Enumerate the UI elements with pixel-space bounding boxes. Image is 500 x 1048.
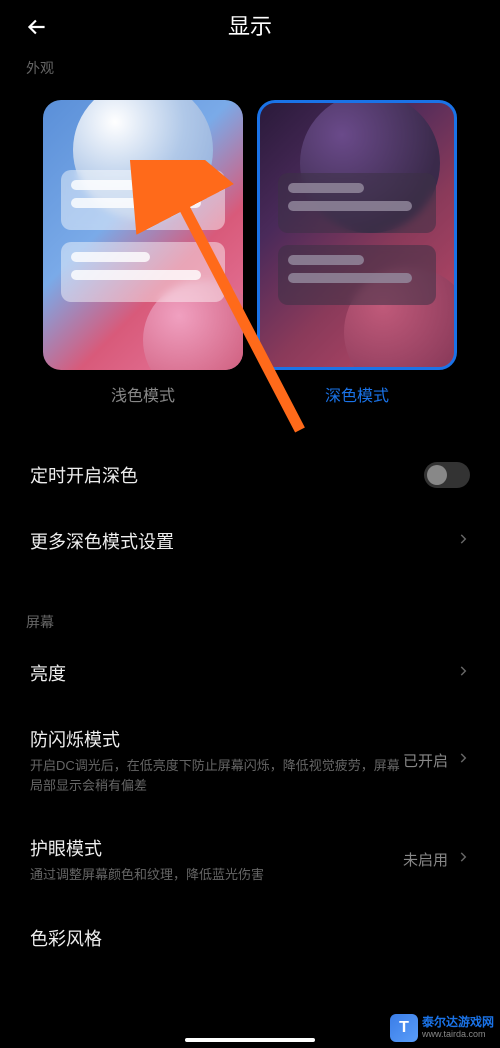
anti-flicker-title: 防闪烁模式 (30, 726, 403, 752)
brightness-title: 亮度 (30, 660, 456, 686)
light-mode-label: 浅色模式 (111, 382, 175, 406)
scheduled-dark-title: 定时开启深色 (30, 462, 424, 488)
color-style-row[interactable]: 色彩风格 (0, 905, 500, 971)
scheduled-dark-toggle[interactable] (424, 462, 470, 488)
home-indicator[interactable] (185, 1038, 315, 1042)
back-arrow-icon (24, 14, 50, 40)
page-title: 显示 (228, 9, 272, 41)
brightness-row[interactable]: 亮度 (0, 640, 500, 706)
anti-flicker-subtitle: 开启DC调光后，在低亮度下防止屏幕闪烁，降低视觉疲劳，屏幕局部显示会稍有偏差 (30, 756, 403, 795)
more-dark-settings-row[interactable]: 更多深色模式设置 (0, 508, 500, 574)
anti-flicker-status: 已开启 (403, 750, 448, 771)
watermark-name: 泰尔达游戏网 (422, 1016, 494, 1029)
scheduled-dark-row: 定时开启深色 (0, 442, 500, 508)
dark-mode-preview (257, 100, 457, 370)
back-button[interactable] (24, 14, 50, 45)
toggle-knob-icon (427, 465, 447, 485)
anti-flicker-row[interactable]: 防闪烁模式 开启DC调光后，在低亮度下防止屏幕闪烁，降低视觉疲劳，屏幕局部显示会… (0, 706, 500, 815)
screen-section-label: 屏幕 (0, 604, 500, 640)
chevron-right-icon (456, 532, 470, 551)
theme-selector-row: 浅色模式 深色模式 (0, 86, 500, 414)
watermark-logo-icon: T (390, 1014, 418, 1042)
eye-care-title: 护眼模式 (30, 835, 403, 861)
more-dark-title: 更多深色模式设置 (30, 528, 456, 554)
dark-mode-label: 深色模式 (325, 382, 389, 406)
watermark-url: www.tairda.com (422, 1030, 494, 1040)
eye-care-subtitle: 通过调整屏幕颜色和纹理，降低蓝光伤害 (30, 865, 403, 885)
chevron-right-icon (456, 751, 470, 770)
appearance-section-label: 外观 (0, 50, 500, 86)
watermark: T 泰尔达游戏网 www.tairda.com (390, 1014, 494, 1042)
light-mode-preview (43, 100, 243, 370)
chevron-right-icon (456, 664, 470, 683)
dark-mode-card[interactable]: 深色模式 (257, 100, 457, 406)
eye-care-status: 未启用 (403, 849, 448, 870)
chevron-right-icon (456, 850, 470, 869)
light-mode-card[interactable]: 浅色模式 (43, 100, 243, 406)
color-style-title: 色彩风格 (30, 925, 470, 951)
eye-care-row[interactable]: 护眼模式 通过调整屏幕颜色和纹理，降低蓝光伤害 未启用 (0, 815, 500, 905)
